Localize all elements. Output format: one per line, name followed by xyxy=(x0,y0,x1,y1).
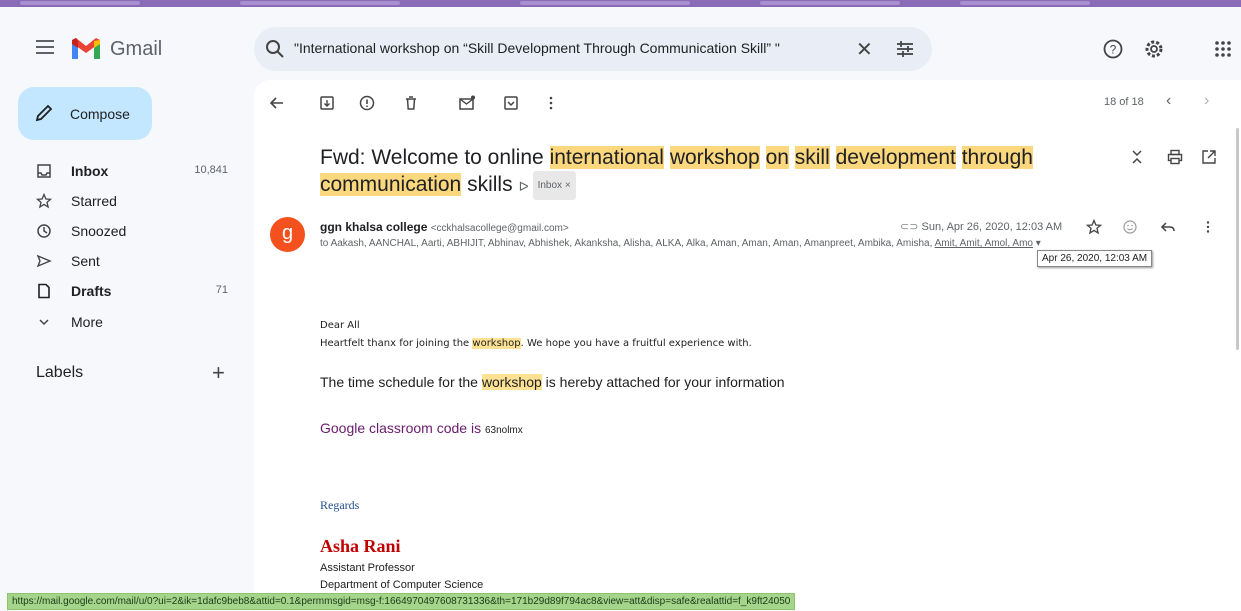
sidebar-item-label: Inbox xyxy=(71,163,109,179)
chevron-down-icon xyxy=(39,319,49,326)
body-text: Google classroom code is xyxy=(320,420,485,436)
more-vert-icon[interactable] xyxy=(542,94,560,112)
body-text: Heartfelt thanx for joining the xyxy=(320,338,473,349)
date-tooltip: Apr 26, 2020, 12:03 AM xyxy=(1037,250,1153,267)
recipients-list: to Aakash, AANCHAL, Aarti, ABHIJIT, Abhi… xyxy=(320,238,935,249)
report-spam-icon[interactable] xyxy=(358,94,376,112)
body-text: . We hope you have a fruitful experience… xyxy=(520,338,752,349)
regards-text: Regards xyxy=(320,498,360,512)
body-highlight: workshop xyxy=(472,338,521,349)
main-menu-button[interactable] xyxy=(36,40,54,54)
sender-email: <cckhalsacollege@gmail.com> xyxy=(430,223,569,234)
sidebar-item-inbox[interactable]: Inbox 10,841 xyxy=(18,157,238,185)
archive-icon[interactable] xyxy=(318,94,336,112)
email-body-line: The time schedule for the workshop is he… xyxy=(320,374,785,390)
subject-text: Fwd: Welcome to online xyxy=(320,146,544,169)
subject-text: skills xyxy=(467,173,513,197)
star-icon xyxy=(36,193,52,209)
subject-highlight: development xyxy=(835,146,956,169)
sidebar-item-label: Snoozed xyxy=(71,223,127,239)
message-date: ⊂⊃ Sun, Apr 26, 2020, 12:03 AM xyxy=(900,220,1062,233)
signature-department: Department of Computer Science xyxy=(320,579,484,591)
recipients-tail: Amit, Amit, Amol, Amo xyxy=(934,238,1033,249)
sidebar-item-label: Sent xyxy=(71,253,100,269)
reply-icon[interactable] xyxy=(1160,219,1176,235)
importance-marker-icon[interactable]: ᐅ xyxy=(519,173,529,200)
sidebar-item-label: More xyxy=(71,314,103,330)
app-brand: Gmail xyxy=(110,38,163,60)
open-in-new-window-icon[interactable] xyxy=(1200,148,1218,166)
sender-avatar[interactable]: g xyxy=(270,217,305,252)
gmail-logo-icon xyxy=(72,38,100,59)
add-label-button[interactable]: + xyxy=(212,360,225,386)
date-text: Sun, Apr 26, 2020, 12:03 AM xyxy=(921,221,1063,233)
sidebar-item-label: Drafts xyxy=(71,283,112,299)
back-arrow-icon[interactable] xyxy=(268,94,286,112)
print-icon[interactable] xyxy=(1166,148,1184,166)
unread-count: 10,841 xyxy=(194,164,228,176)
draft-icon xyxy=(38,283,50,299)
browser-tab-strip xyxy=(0,0,1241,7)
sidebar-item-sent[interactable]: Sent xyxy=(18,247,238,275)
email-greeting: Dear All xyxy=(320,320,360,331)
classroom-code-line: Google classroom code is 63nolmx xyxy=(320,420,523,436)
clear-search-icon[interactable]: ✕ xyxy=(856,37,873,62)
search-icon[interactable] xyxy=(264,38,286,60)
sidebar-item-snoozed[interactable]: Snoozed xyxy=(18,217,238,245)
older-button[interactable]: › xyxy=(1204,92,1209,110)
star-icon[interactable] xyxy=(1086,219,1102,235)
labels-heading: Labels xyxy=(36,364,84,381)
sidebar-item-more[interactable]: More xyxy=(18,308,238,336)
move-to-icon[interactable] xyxy=(502,94,520,112)
sidebar-item-starred[interactable]: Starred xyxy=(18,187,238,215)
signature-title: Assistant Professor xyxy=(320,562,415,574)
subject-highlight: skill xyxy=(794,146,830,169)
search-bar[interactable]: "International workshop on “Skill Develo… xyxy=(254,27,932,71)
clock-icon xyxy=(37,224,51,238)
link-status-bar: https://mail.google.com/mail/u/0?ui=2&ik… xyxy=(7,593,796,610)
subject-highlight: international xyxy=(549,146,664,169)
sender-name[interactable]: ggn khalsa college xyxy=(320,220,427,234)
delete-icon[interactable] xyxy=(402,94,420,112)
email-body-line: Heartfelt thanx for joining the workshop… xyxy=(320,338,752,349)
email-subject: Fwd: Welcome to online international wor… xyxy=(320,144,1040,200)
pencil-icon xyxy=(35,104,53,122)
svg-text:?: ? xyxy=(1110,43,1117,57)
show-details-icon[interactable]: ▾ xyxy=(1036,238,1041,249)
search-input[interactable]: "International workshop on “Skill Develo… xyxy=(294,40,780,56)
sender-line: ggn khalsa college <cckhalsacollege@gmai… xyxy=(320,220,569,234)
newer-button[interactable]: ‹ xyxy=(1166,92,1171,110)
sidebar-item-label: Starred xyxy=(71,193,117,209)
mark-unread-icon[interactable] xyxy=(458,94,476,112)
subject-highlight: through xyxy=(961,146,1033,169)
message-more-icon[interactable] xyxy=(1200,219,1216,235)
subject-highlight: on xyxy=(765,146,789,169)
classroom-code: 63nolmx xyxy=(484,425,523,436)
send-icon xyxy=(36,254,52,268)
help-icon[interactable]: ? xyxy=(1102,38,1124,60)
scrollbar[interactable] xyxy=(1236,128,1239,350)
compose-button[interactable]: Compose xyxy=(18,87,152,140)
pagination-counter: 18 of 18 xyxy=(1104,96,1144,108)
inbox-icon xyxy=(37,164,51,178)
emoji-reaction-icon[interactable] xyxy=(1122,219,1138,235)
settings-gear-icon[interactable] xyxy=(1143,38,1165,60)
compose-label: Compose xyxy=(70,106,130,122)
sidebar-item-drafts[interactable]: Drafts 71 xyxy=(18,277,238,305)
inbox-label-badge[interactable]: Inbox × xyxy=(532,171,576,200)
body-text: The time schedule for the xyxy=(320,374,482,390)
recipients-line: to Aakash, AANCHAL, Aarti, ABHIJIT, Abhi… xyxy=(320,238,1160,249)
collapse-all-icon[interactable] xyxy=(1128,148,1146,166)
signature-name: Asha Rani xyxy=(320,536,401,556)
apps-grid-icon[interactable] xyxy=(1212,38,1234,60)
search-options-icon[interactable] xyxy=(894,38,916,60)
body-text: is hereby attached for your information xyxy=(541,374,785,390)
attachment-icon: ⊂⊃ xyxy=(900,221,919,233)
subject-highlight: workshop xyxy=(669,146,760,169)
draft-count: 71 xyxy=(215,284,228,296)
subject-highlight: communication xyxy=(320,173,462,197)
message-panel: 18 of 18 ‹ › Fwd: Welcome to online inte… xyxy=(254,80,1241,611)
body-highlight: workshop xyxy=(481,374,542,390)
